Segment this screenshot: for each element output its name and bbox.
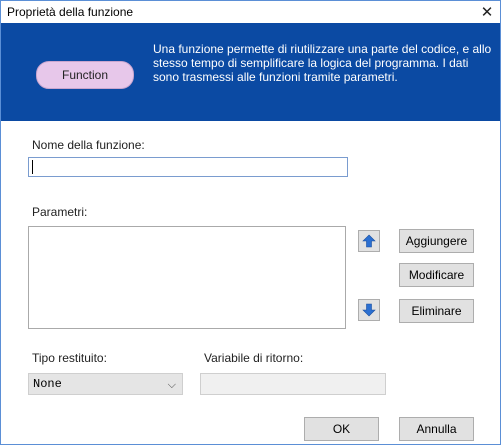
text-caret <box>32 160 33 174</box>
function-badge: Function <box>36 61 134 89</box>
move-down-button[interactable] <box>358 299 380 321</box>
parameters-label: Parametri: <box>32 205 88 219</box>
chevron-down-icon: ⌵ <box>167 378 176 391</box>
function-properties-dialog: Proprietà della funzione ✕ Function Una … <box>0 0 501 445</box>
banner-description: Una funzione permette di riutilizzare un… <box>153 42 492 84</box>
delete-parameter-button[interactable]: Eliminare <box>399 299 474 323</box>
function-name-label: Nome della funzione: <box>32 138 145 152</box>
modify-parameter-button[interactable]: Modificare <box>399 263 474 287</box>
cancel-button[interactable]: Annulla <box>399 417 474 441</box>
arrow-down-icon <box>362 303 376 317</box>
title-bar: Proprietà della funzione ✕ <box>1 1 500 23</box>
arrow-up-icon <box>362 234 376 248</box>
return-type-select[interactable]: None ⌵ <box>28 373 183 395</box>
return-type-value: None <box>33 377 62 391</box>
close-icon: ✕ <box>480 4 494 21</box>
move-up-button[interactable] <box>358 230 380 252</box>
window-title: Proprietà della funzione <box>7 5 134 19</box>
ok-button[interactable]: OK <box>304 417 379 441</box>
return-variable-input <box>200 373 386 395</box>
return-type-label: Tipo restituito: <box>32 351 107 365</box>
add-parameter-button[interactable]: Aggiungere <box>399 229 474 253</box>
info-banner: Function Una funzione permette di riutil… <box>1 23 500 121</box>
close-button[interactable]: ✕ <box>474 1 500 23</box>
parameters-list[interactable] <box>28 226 346 329</box>
function-name-input[interactable] <box>28 157 348 177</box>
return-variable-label: Variabile di ritorno: <box>204 351 304 365</box>
